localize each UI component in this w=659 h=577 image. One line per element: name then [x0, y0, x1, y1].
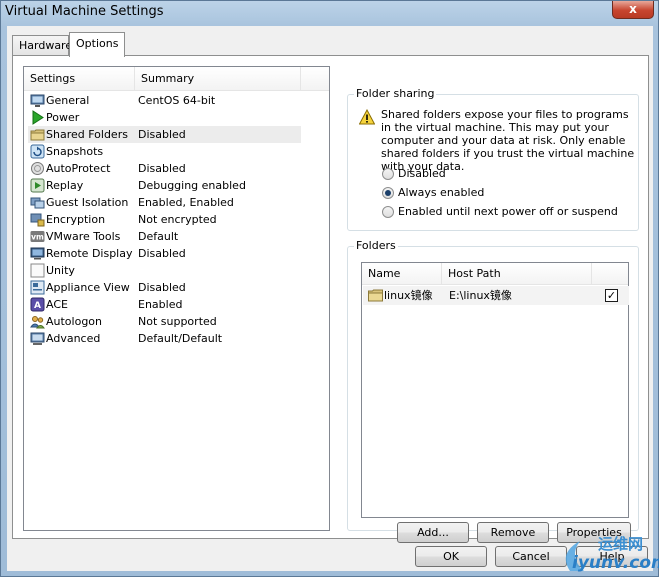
svg-text:A: A [34, 301, 41, 311]
dialog-client: Hardware Options Settings Summary Genera… [7, 26, 653, 571]
lock-icon [30, 212, 45, 227]
folder-sharing-label: Folder sharing [354, 87, 437, 100]
list-item-autoprotect[interactable]: AutoProtect Disabled [28, 160, 301, 177]
vm-icon: vm [30, 229, 45, 244]
summary-value: Default/Default [138, 332, 223, 345]
window-title: Virtual Machine Settings [5, 4, 164, 19]
remove-button[interactable]: Remove [477, 522, 549, 543]
general-icon [30, 93, 45, 108]
folder-host-path: E:\linux镜像 [449, 289, 512, 302]
enabled-column-header[interactable] [592, 263, 629, 285]
summary-value: Enabled [138, 298, 183, 311]
close-button[interactable]: x [612, 1, 654, 19]
folders-table-header: Name Host Path [362, 263, 628, 285]
setting-label: General [46, 94, 90, 107]
summary-value: Not supported [138, 315, 217, 328]
summary-value: Debugging enabled [138, 179, 246, 192]
settings-list[interactable]: Settings Summary General CentOS 64-bit P… [23, 66, 330, 531]
guest-isolation-icon [30, 195, 45, 210]
summary-value: Default [138, 230, 179, 243]
settings-window: Virtual Machine Settings x Hardware Opti… [0, 0, 659, 577]
folder-icon [368, 289, 383, 302]
table-row[interactable]: linux镜像 E:\linux镜像 ✓ [363, 286, 629, 305]
advanced-icon [30, 331, 45, 346]
ok-button[interactable]: OK [415, 546, 487, 567]
radio-label: Disabled [398, 167, 446, 180]
setting-label: Remote Display [46, 247, 133, 260]
unity-icon [30, 263, 45, 278]
svg-text:vm: vm [31, 233, 44, 242]
folder-sharing-warning: Shared folders expose your files to prog… [381, 108, 635, 173]
setting-label: Unity [46, 264, 75, 277]
radio-label: Enabled until next power off or suspend [398, 205, 618, 218]
setting-label: Shared Folders [46, 128, 128, 141]
folders-label: Folders [354, 239, 398, 252]
help-button[interactable]: Help [576, 546, 648, 567]
summary-value: Not encrypted [138, 213, 217, 226]
radio-button[interactable] [382, 206, 394, 218]
list-item-power[interactable]: Power [28, 109, 301, 126]
properties-button[interactable]: Properties [557, 522, 631, 543]
ace-icon: A [30, 297, 45, 312]
autoprotect-icon [30, 161, 45, 176]
setting-label: Autologon [46, 315, 103, 328]
radio-button[interactable] [382, 187, 394, 199]
setting-label: VMware Tools [46, 230, 121, 243]
tab-hardware[interactable]: Hardware [12, 35, 72, 56]
setting-label: Advanced [46, 332, 101, 345]
list-item-ace[interactable]: A ACE Enabled [28, 296, 301, 313]
list-item-guest-isolation[interactable]: Guest Isolation Enabled, Enabled [28, 194, 301, 211]
host-path-column-header[interactable]: Host Path [442, 263, 592, 285]
options-panel: Settings Summary General CentOS 64-bit P… [12, 55, 649, 543]
warning-icon [358, 108, 376, 125]
setting-label: Encryption [46, 213, 106, 226]
list-item-vmware-tools[interactable]: vm VMware Tools Default [28, 228, 301, 245]
list-item-encryption[interactable]: Encryption Not encrypted [28, 211, 301, 228]
folder-sharing-group: Folder sharing Shared folders expose you… [347, 87, 639, 231]
setting-label: AutoProtect [46, 162, 111, 175]
summary-value: CentOS 64-bit [138, 94, 216, 107]
appliance-icon [30, 280, 45, 295]
snapshot-icon [30, 144, 45, 159]
setting-label: Snapshots [46, 145, 104, 158]
summary-value: Disabled [138, 128, 186, 141]
list-item-replay[interactable]: Replay Debugging enabled [28, 177, 301, 194]
radio-button[interactable] [382, 168, 394, 180]
list-item-remote-display[interactable]: Remote Display Disabled [28, 245, 301, 262]
cancel-button[interactable]: Cancel [495, 546, 567, 567]
list-item-snapshots[interactable]: Snapshots [28, 143, 301, 160]
power-icon [30, 110, 45, 125]
list-item-unity[interactable]: Unity [28, 262, 301, 279]
folders-table[interactable]: Name Host Path linux镜像 E:\linux镜像 ✓ [361, 262, 629, 518]
folder-name: linux镜像 [384, 289, 433, 302]
add-button[interactable]: Add... [397, 522, 469, 543]
folder-icon [30, 127, 45, 142]
setting-label: Replay [46, 179, 84, 192]
users-icon [30, 314, 45, 329]
summary-value: Enabled, Enabled [138, 196, 234, 209]
radio-label: Always enabled [398, 186, 485, 199]
setting-label: Appliance View [46, 281, 130, 294]
list-item-shared-folders[interactable]: Shared Folders Disabled [28, 126, 301, 143]
list-item-autologon[interactable]: Autologon Not supported [28, 313, 301, 330]
settings-column-header[interactable]: Settings [24, 67, 135, 91]
monitor-icon [30, 246, 45, 261]
setting-label: ACE [46, 298, 68, 311]
folder-enabled-checkbox[interactable]: ✓ [605, 289, 618, 302]
setting-label: Power [46, 111, 80, 124]
summary-value: Disabled [138, 281, 186, 294]
list-item-appliance-view[interactable]: Appliance View Disabled [28, 279, 301, 296]
title-bar[interactable]: Virtual Machine Settings x [1, 1, 658, 25]
summary-column-header[interactable]: Summary [135, 67, 301, 91]
summary-value: Disabled [138, 247, 186, 260]
summary-value: Disabled [138, 162, 186, 175]
list-item-advanced[interactable]: Advanced Default/Default [28, 330, 301, 347]
name-column-header[interactable]: Name [362, 263, 442, 285]
list-item-general[interactable]: General CentOS 64-bit [28, 92, 301, 109]
replay-icon [30, 178, 45, 193]
settings-list-header: Settings Summary [24, 67, 329, 91]
tab-options[interactable]: Options [69, 32, 125, 57]
setting-label: Guest Isolation [46, 196, 129, 209]
folders-group: Folders Name Host Path linux镜像 E:\linux镜… [347, 239, 639, 543]
